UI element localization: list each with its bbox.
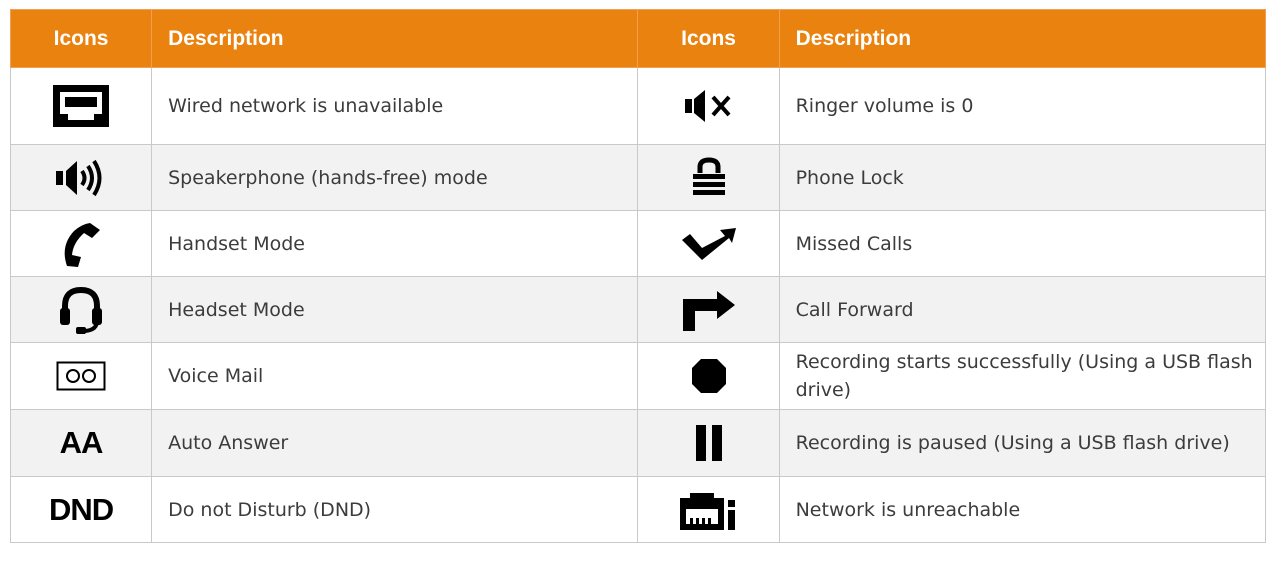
speakerphone-icon [55,158,107,198]
call-forward-icon [681,289,737,331]
description-cell: Ringer volume is 0 [778,67,1267,145]
description-cell: Voice Mail [151,342,639,410]
description-cell: Missed Calls [778,210,1267,277]
icon-cell [9,342,153,410]
pause-icon [694,424,724,462]
description-cell: Phone Lock [778,144,1267,211]
table-row: Voice Mail Recording starts successfully… [9,342,1267,410]
description-cell: Do not Disturb (DND) [151,476,639,543]
missed-call-icon [680,226,738,262]
table-row: Speakerphone (hands-free) mode Phone Loc… [9,144,1267,211]
description-cell: Auto Answer [151,409,639,477]
ringer-mute-icon [683,88,735,124]
description-cell: Recording is paused (Using a USB flash d… [778,409,1267,477]
icon-cell [637,210,780,277]
icon-cell [9,276,153,343]
wired-network-unavailable-icon [53,85,110,127]
header-icons-left: Icons [9,9,153,68]
header-icons-right: Icons [637,9,780,68]
description-cell: Call Forward [778,276,1267,343]
icon-cell [637,342,780,410]
table-row: DND Do not Disturb (DND) Network is unre… [9,476,1267,543]
table-row: Handset Mode Missed Calls [9,210,1267,277]
header-description-left: Description [151,9,639,68]
table-row: Headset Mode Call Forward [9,276,1267,343]
description-cell: Wired network is unavailable [151,67,639,145]
description-cell: Headset Mode [151,276,639,343]
icon-cell [9,144,153,211]
table-row: Wired network is unavailable Ringer volu… [9,67,1267,145]
header-description-right: Description [778,9,1267,68]
description-cell: Handset Mode [151,210,639,277]
record-icon [691,358,727,394]
description-cell: Speakerphone (hands-free) mode [151,144,639,211]
auto-answer-icon: AA [59,425,104,461]
voicemail-icon [56,361,106,391]
dnd-icon: DND [48,491,114,527]
handset-icon [60,221,102,267]
status-icons-table-container: Icons Description Icons Description Wire… [9,9,1267,543]
icon-cell [9,210,153,277]
description-cell: Recording starts successfully (Using a U… [778,342,1267,410]
lock-icon [688,156,730,199]
table-header-row: Icons Description Icons Description [9,9,1267,68]
icon-cell: DND [9,476,153,543]
description-cell: Network is unreachable [778,476,1267,543]
status-icons-table: Icons Description Icons Description Wire… [9,9,1267,543]
table-row: AA Auto Answer Recording is paused (Usin… [9,409,1267,477]
icon-cell [637,476,780,543]
icon-cell: AA [9,409,153,477]
icon-cell [637,144,780,211]
icon-cell [637,276,780,343]
icon-cell [637,67,780,145]
icon-cell [637,409,780,477]
network-unreachable-icon [679,490,738,530]
icon-cell [9,67,153,145]
headset-icon [59,285,103,335]
